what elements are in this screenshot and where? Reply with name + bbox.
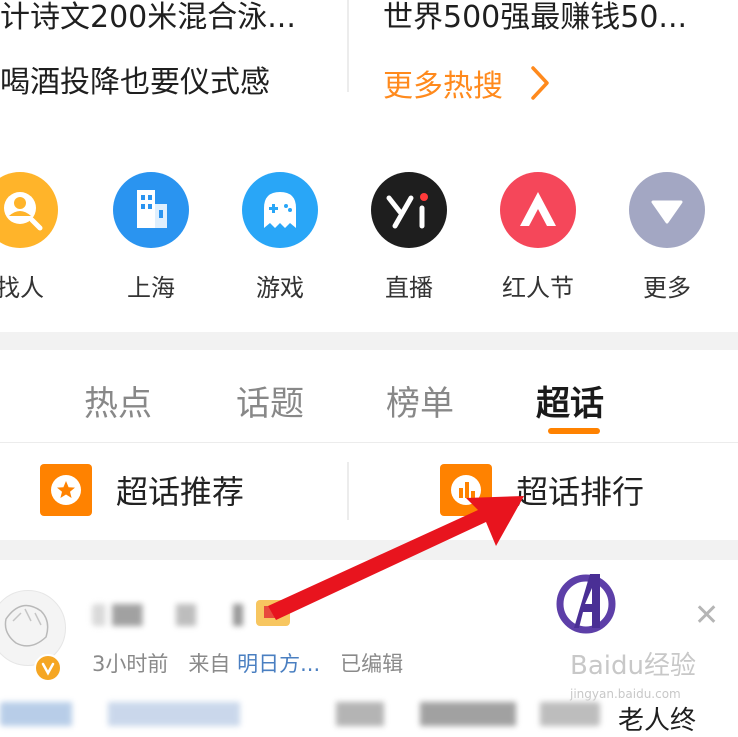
quick-link-label: 更多 (643, 274, 691, 302)
divider (347, 462, 349, 520)
quick-link-label: 上海 (127, 274, 175, 302)
quick-link-find-person[interactable]: 找人 (0, 172, 75, 303)
section-divider (0, 540, 738, 560)
game-ghost-icon (242, 172, 318, 248)
verified-badge-icon (34, 654, 62, 682)
divider (0, 442, 738, 443)
quick-link-label: 找人 (0, 274, 44, 302)
quick-link-hongren[interactable]: 红人节 (483, 172, 593, 303)
tab-topics[interactable]: 话题 (236, 376, 304, 425)
super-topic-recommend-label: 超话推荐 (116, 473, 245, 511)
hot-search-item[interactable]: 计诗文200米混合泳... (0, 0, 330, 42)
super-topic-ranking-button[interactable]: 超话排行 (440, 464, 644, 516)
more-hot-search-label: 更多热搜 (383, 69, 503, 104)
watermark-text: Baidu经验 (570, 651, 696, 681)
watermark-url: jingyan.baidu.com (570, 687, 681, 701)
star-badge-icon (40, 464, 92, 516)
quick-link-more[interactable]: 更多 (612, 172, 722, 303)
post-meta: 3小时前 来自 明日方... 已编辑 (92, 648, 403, 678)
divider (347, 0, 349, 92)
quick-link-label: 游戏 (256, 274, 304, 302)
post-text-blurred (0, 702, 600, 726)
post-from-label: 来自 (188, 652, 231, 676)
close-icon[interactable]: ✕ (694, 598, 719, 633)
hot-search-item[interactable]: 喝酒投降也要仪式感 (0, 60, 330, 106)
active-tab-indicator (548, 428, 600, 434)
quick-link-label: 红人节 (502, 274, 574, 302)
post-time: 3小时前 (92, 652, 169, 676)
yizhibo-live-icon (371, 172, 447, 248)
triangle-down-icon (629, 172, 705, 248)
tab-ranking[interactable]: 榜单 (386, 376, 454, 425)
section-divider (0, 332, 738, 350)
quick-link-label: 直播 (385, 274, 433, 302)
chevron-right-icon (531, 66, 549, 100)
watermark: Baidu经验 jingyan.baidu.com (570, 652, 696, 708)
more-hot-search-link[interactable]: 更多热搜 (383, 60, 553, 106)
quick-link-games[interactable]: 游戏 (225, 172, 335, 303)
avengers-logo-icon (552, 566, 620, 638)
tab-hot[interactable]: 热点 (84, 376, 152, 425)
user-rank-badge-icon (256, 600, 290, 626)
tab-super-topic[interactable]: 超话 (536, 376, 604, 425)
avatar[interactable] (0, 590, 66, 666)
hongren-a-icon (500, 172, 576, 248)
hot-search-item[interactable]: 世界500强最赚钱50... (383, 0, 728, 42)
username-blurred[interactable] (92, 604, 260, 626)
quick-link-live[interactable]: 直播 (354, 172, 464, 303)
city-building-icon (113, 172, 189, 248)
bar-chart-icon (440, 464, 492, 516)
post-source-link[interactable]: 明日方... (237, 652, 320, 676)
super-topic-ranking-label: 超话排行 (516, 473, 645, 511)
super-topic-recommend-button[interactable]: 超话推荐 (40, 464, 244, 516)
post-edited-label: 已编辑 (340, 652, 404, 676)
quick-link-shanghai[interactable]: 上海 (96, 172, 206, 303)
find-person-icon (0, 172, 58, 248)
